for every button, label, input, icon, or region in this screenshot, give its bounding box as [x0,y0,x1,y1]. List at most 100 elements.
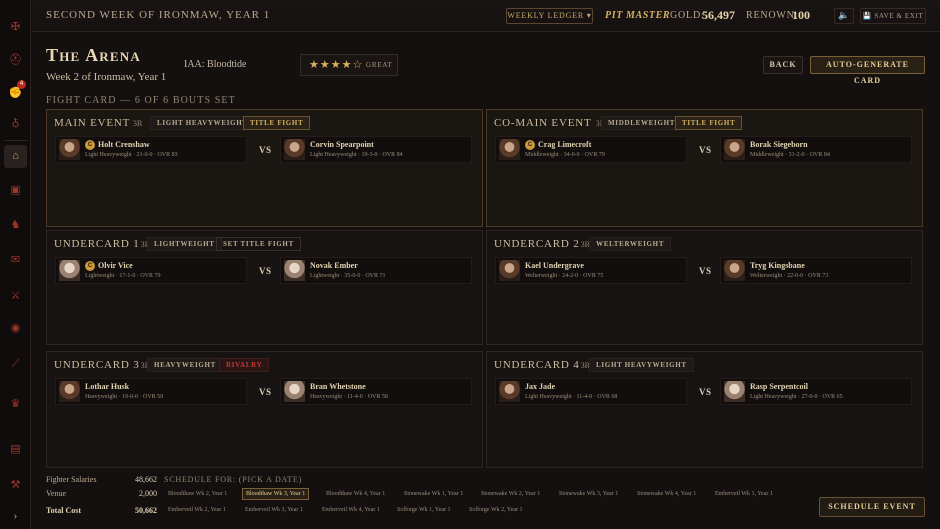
gold-value: 56,497 [702,8,735,22]
bout-card[interactable]: Undercard 4 3R Light Heavyweight Jax Jad… [486,351,923,468]
renown-label: Renown: [746,10,799,21]
rating-label: Great [366,61,393,69]
page-subtitle: Week 2 of Ironmaw, Year 1 [46,71,167,83]
fighter-name: Olvir Vice [98,261,133,270]
fighter-name: Holt Crenshaw [98,140,150,149]
gate-icon[interactable]: ▤ [8,442,23,457]
date-option[interactable]: Emberveil Wk 3, Year 1 [245,507,303,513]
date-option[interactable]: Bloodthaw Wk 2, Year 1 [168,491,227,497]
bout-card[interactable]: Undercard 1 3R Lightweight Set Title Figh… [46,230,483,345]
scroll-icon[interactable]: ✉ [8,253,23,268]
fighter-stats: Middleweight · 34-0-0 · OVR 79 [525,152,605,158]
set-title-fight-button[interactable]: Set Title Fight [216,237,301,251]
fighter-stats: Lightweight · 35-0-0 · OVR 71 [310,273,386,279]
bout-title: Undercard 1 [54,238,140,250]
bout-rounds: 3R [133,119,143,128]
total-cost-value: 50,662 [135,506,157,515]
date-option[interactable]: Solforge Wk 1, Year 1 [397,507,450,513]
date-option[interactable]: Stonewake Wk 3, Year 1 [559,491,618,497]
fighter-slot[interactable]: C Olvir Vice Lightweight · 17-1-0 · OVR … [55,257,247,284]
fighter-slot[interactable]: Borak Siegeborn Middleweight · 31-2-0 · … [720,136,912,163]
date-option[interactable]: Bloodthaw Wk 4, Year 1 [326,491,385,497]
bout-title: Main Event [54,117,131,129]
schedule-event-button[interactable]: Schedule Event [819,497,925,517]
rank-label: Pit Master [605,10,671,21]
fighter-slot[interactable]: Corvin Spearpoint Light Heavyweight · 19… [280,136,472,163]
date-option[interactable]: Bloodthaw Wk 3, Year 1 [242,488,310,500]
vs-label: VS [699,145,712,155]
fighter-icon[interactable]: ♞ [8,218,23,233]
save-exit-button[interactable]: 💾 Save & Exit [860,8,926,24]
fighter-slot[interactable]: Rasp Serpentcoil Light Heavyweight · 27-… [720,378,912,405]
fighter-name: Rasp Serpentcoil [750,382,808,391]
fighter-portrait [59,139,80,160]
fighter-stats: Lightweight · 17-1-0 · OVR 79 [85,273,161,279]
fighter-slot[interactable]: Novak Ember Lightweight · 35-0-0 · OVR 7… [280,257,472,284]
crest-icon[interactable]: ✠ [8,20,23,35]
sidebar-divider [4,140,27,141]
back-button[interactable]: Back [763,56,803,74]
sound-icon[interactable]: 🔈 [834,8,854,24]
axe-icon[interactable]: ⚒ [8,478,23,493]
fighter-slot[interactable]: C Crag Limecroft Middleweight · 34-0-0 ·… [495,136,687,163]
fighter-portrait [724,139,745,160]
bout-title: Undercard 2 [494,238,580,250]
fighter-portrait [284,139,305,160]
weekly-ledger-dropdown[interactable]: Weekly Ledger ▾ [506,8,593,24]
renown-value: 100 [792,8,810,22]
rating-box: ★★★★☆ Great [300,54,398,76]
date-option[interactable]: Solforge Wk 2, Year 1 [469,507,522,513]
blade-icon[interactable]: ⟋ [8,357,23,372]
fighter-stats: Welterweight · 24-2-0 · OVR 75 [525,273,604,279]
fighter-slot[interactable]: Tryg Kingsbane Welterweight · 22-0-0 · O… [720,257,912,284]
helmet-icon[interactable]: ⛑ [8,53,23,68]
chest-icon[interactable]: ▣ [8,183,23,198]
date-option[interactable]: Stonewake Wk 4, Year 1 [637,491,696,497]
fighter-name: Tryg Kingsbane [750,261,805,270]
fighter-slot[interactable]: Kael Undergrave Welterweight · 24-2-0 · … [495,257,687,284]
fighter-slot[interactable]: Lothar Husk Heavyweight · 19-0-0 · OVR 5… [55,378,247,405]
weight-class-tag: Lightweight [147,237,222,251]
fighter-portrait [724,260,745,281]
date-option[interactable]: Stonewake Wk 1, Year 1 [404,491,463,497]
weight-class-tag: Light Heavyweight [150,116,255,130]
fighter-portrait [499,260,520,281]
fighter-stats: Heavyweight · 19-0-0 · OVR 59 [85,394,164,400]
expand-sidebar-icon[interactable]: › [8,509,23,524]
bout-card[interactable]: Co-Main Event 3R MiddleweightTitle Fight… [486,109,923,227]
fighter-name: Crag Limecroft [538,140,592,149]
vs-label: VS [259,266,272,276]
vs-label: VS [259,145,272,155]
weight-class-tag: Heavyweight [147,358,224,372]
fighter-name: Novak Ember [310,261,358,270]
bout-card[interactable]: Main Event 3R Light Heavyweight Title Fig… [46,109,483,227]
date-option[interactable]: Emberveil Wk 1, Year 1 [715,491,773,497]
date-option[interactable]: Emberveil Wk 2, Year 1 [168,507,226,513]
weight-class-tag: Middleweight [601,116,683,130]
fighter-slot[interactable]: C Holt Crenshaw Light Heavyweight · 21-0… [55,136,247,163]
bout-title: Undercard 3 [54,359,140,371]
fighter-slot[interactable]: Bran Whetstone Heavyweight · 11-4-0 · OV… [280,378,472,405]
weight-class-tag: Light Heavyweight [589,358,694,372]
champion-badge-icon: C [85,140,95,150]
trophy-icon[interactable]: ♛ [8,397,23,412]
total-cost-label: Total Cost [46,506,82,515]
eye-icon[interactable]: ◉ [8,321,23,336]
iaa-label: IAA: Bloodtide [184,59,247,70]
venue-value: 2,000 [139,489,157,498]
fighter-portrait [59,260,80,281]
fighter-stats: Middleweight · 31-2-0 · OVR 84 [750,152,830,158]
auto-generate-card-button[interactable]: Auto-Generate Card [810,56,925,85]
potion-icon[interactable]: ♁ [8,116,23,131]
fighter-portrait [499,139,520,160]
venue-label: Venue [46,489,66,498]
arena-icon[interactable]: ⌂ [4,145,27,168]
salaries-label: Fighter Salaries [46,475,97,484]
fighter-slot[interactable]: Jax Jade Light Heavyweight · 11-4-0 · OV… [495,378,687,405]
fighter-portrait [724,381,745,402]
bout-card[interactable]: Undercard 2 3R Welterweight Kael Undergr… [486,230,923,345]
date-option[interactable]: Stonewake Wk 2, Year 1 [481,491,540,497]
date-option[interactable]: Emberveil Wk 4, Year 1 [322,507,380,513]
sword-icon[interactable]: ⚔ [8,289,23,304]
bout-card[interactable]: Undercard 3 3R Heavyweight Rivalry Lothar… [46,351,483,468]
